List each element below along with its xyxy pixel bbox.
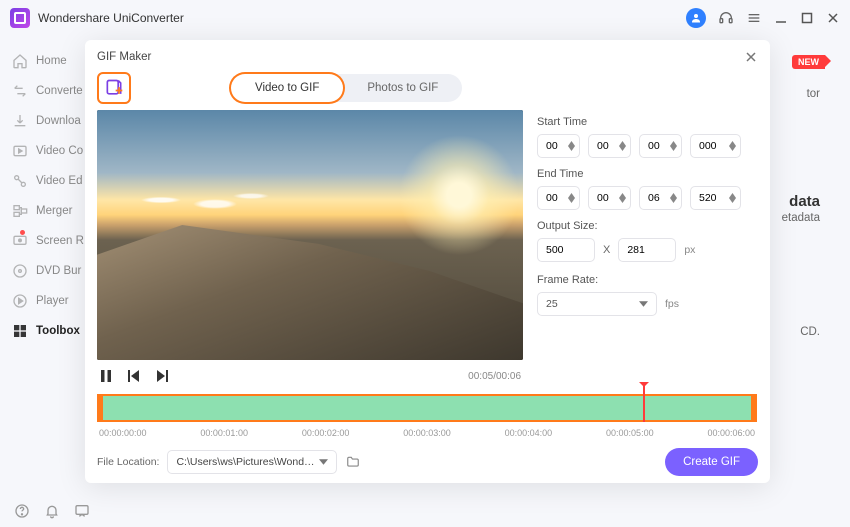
- bg-text: etadata: [782, 212, 820, 224]
- modal-title: GIF Maker: [97, 51, 151, 63]
- mode-tabs: Video to GIF Photos to GIF: [231, 74, 462, 102]
- app-logo: [10, 8, 30, 28]
- create-gif-button[interactable]: Create GIF: [665, 448, 758, 476]
- file-location-label: File Location:: [97, 456, 159, 468]
- next-frame-icon[interactable]: [155, 369, 169, 383]
- px-unit: px: [684, 244, 695, 256]
- file-location-select[interactable]: C:\Users\ws\Pictures\Wonders: [167, 450, 337, 474]
- framerate-value: 25: [546, 298, 558, 310]
- close-icon[interactable]: [826, 11, 840, 25]
- video-preview[interactable]: [97, 110, 523, 360]
- bg-heading: data: [789, 193, 820, 210]
- timeline-ticks: 00:00:00:00 00:00:01:00 00:00:02:00 00:00:0…: [97, 422, 757, 438]
- tick-label: 00:00:04:00: [505, 428, 553, 438]
- framerate-select[interactable]: 25: [537, 292, 657, 316]
- tick-label: 00:00:00:00: [99, 428, 147, 438]
- sidebar-label: DVD Bur: [36, 265, 81, 277]
- user-avatar-icon[interactable]: [686, 8, 706, 28]
- sidebar-item-dvd[interactable]: DVD Bur: [0, 256, 85, 286]
- start-m[interactable]: [588, 134, 631, 158]
- bg-text: CD.: [800, 326, 820, 338]
- fps-unit: fps: [665, 298, 679, 310]
- bell-icon[interactable]: [44, 503, 60, 519]
- sidebar-label: Toolbox: [36, 325, 80, 337]
- tick-label: 00:00:02:00: [302, 428, 350, 438]
- chevron-down-icon: [319, 459, 328, 465]
- sidebar-item-player[interactable]: Player: [0, 286, 85, 316]
- end-m[interactable]: [588, 186, 631, 210]
- playhead[interactable]: [643, 386, 645, 422]
- timeline-track[interactable]: [97, 394, 757, 422]
- sidebar-label: Downloa: [36, 115, 81, 127]
- tick-label: 00:00:06:00: [707, 428, 755, 438]
- trim-start-handle[interactable]: [97, 394, 103, 422]
- time-display: 00:05/00:06: [468, 371, 521, 382]
- tab-photos-to-gif[interactable]: Photos to GIF: [343, 74, 462, 102]
- output-height-input[interactable]: [618, 238, 676, 262]
- sidebar-label: Merger: [36, 205, 72, 217]
- maximize-icon[interactable]: [800, 11, 814, 25]
- chevron-down-icon: [639, 301, 648, 307]
- prev-frame-icon[interactable]: [127, 369, 141, 383]
- end-ms[interactable]: [690, 186, 741, 210]
- start-time-row: [537, 134, 758, 158]
- end-time-row: [537, 186, 758, 210]
- sidebar-label: Video Ed: [36, 175, 82, 187]
- status-bar: [0, 495, 90, 527]
- tick-label: 00:00:03:00: [403, 428, 451, 438]
- sidebar-label: Converte: [36, 85, 83, 97]
- help-icon[interactable]: [14, 503, 30, 519]
- sidebar-item-converter[interactable]: Converte: [0, 76, 85, 106]
- add-file-button[interactable]: [97, 72, 131, 104]
- sidebar-item-editor[interactable]: Video Ed: [0, 166, 85, 196]
- end-s[interactable]: [639, 186, 682, 210]
- trim-end-handle[interactable]: [751, 394, 757, 422]
- sidebar-item-merger[interactable]: Merger: [0, 196, 85, 226]
- output-size-label: Output Size:: [537, 220, 758, 232]
- start-ms[interactable]: [690, 134, 741, 158]
- app-title: Wondershare UniConverter: [38, 11, 184, 25]
- pause-icon[interactable]: [99, 369, 113, 383]
- add-file-icon: [104, 78, 124, 98]
- sidebar-label: Video Co: [36, 145, 83, 157]
- headset-icon[interactable]: [718, 10, 734, 26]
- tick-label: 00:00:01:00: [200, 428, 248, 438]
- tick-label: 00:00:05:00: [606, 428, 654, 438]
- sidebar-label: Home: [36, 55, 67, 67]
- gif-maker-modal: GIF Maker Video to GIF Photos to GIF 00:…: [85, 40, 770, 483]
- start-h[interactable]: [537, 134, 580, 158]
- x-separator: X: [603, 244, 610, 256]
- output-width-input[interactable]: [537, 238, 595, 262]
- end-h[interactable]: [537, 186, 580, 210]
- menu-icon[interactable]: [746, 10, 762, 26]
- end-time-label: End Time: [537, 168, 758, 180]
- sidebar-label: Player: [36, 295, 69, 307]
- feedback-icon[interactable]: [74, 503, 90, 519]
- modal-close-icon[interactable]: [744, 50, 758, 64]
- new-badge: NEW: [792, 55, 825, 69]
- sidebar-item-downloader[interactable]: Downloa: [0, 106, 85, 136]
- minimize-icon[interactable]: [774, 11, 788, 25]
- folder-icon[interactable]: [345, 455, 361, 469]
- start-s[interactable]: [639, 134, 682, 158]
- file-location-value: C:\Users\ws\Pictures\Wonders: [176, 456, 316, 468]
- sidebar-item-toolbox[interactable]: Toolbox: [0, 316, 85, 346]
- start-time-label: Start Time: [537, 116, 758, 128]
- sidebar-item-compressor[interactable]: Video Co: [0, 136, 85, 166]
- framerate-label: Frame Rate:: [537, 274, 758, 286]
- sidebar-label: Screen R: [36, 235, 84, 247]
- tab-video-to-gif[interactable]: Video to GIF: [231, 74, 343, 102]
- sidebar: Home Converte Downloa Video Co Video Ed …: [0, 36, 85, 527]
- titlebar: Wondershare UniConverter: [0, 0, 850, 36]
- bg-text: tor: [807, 88, 820, 100]
- sidebar-item-home[interactable]: Home: [0, 46, 85, 76]
- sidebar-item-recorder[interactable]: Screen R: [0, 226, 85, 256]
